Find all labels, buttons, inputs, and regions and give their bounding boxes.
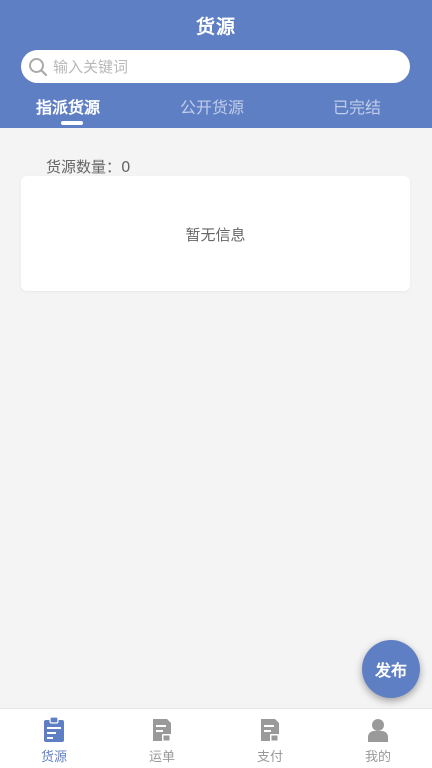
- user-icon: [368, 719, 388, 742]
- active-tab-indicator: [61, 121, 83, 125]
- nav-label-mine: 我的: [364, 750, 391, 765]
- tab-public-cargo[interactable]: 公开货源: [180, 94, 244, 118]
- search-icon: [29, 58, 48, 77]
- waybill-icon: [153, 719, 171, 742]
- page-title: 货源: [195, 16, 236, 38]
- bottom-nav: 货源 运单 支付 我的: [0, 708, 432, 768]
- nav-item-waybill[interactable]: 运单: [108, 709, 216, 768]
- nav-item-cargo[interactable]: 货源: [0, 709, 108, 768]
- tab-assigned-cargo[interactable]: 指派货源: [36, 94, 100, 118]
- tab-completed[interactable]: 已完结: [333, 94, 381, 118]
- search-input[interactable]: [53, 50, 403, 83]
- search-bar[interactable]: [21, 50, 410, 83]
- publish-button[interactable]: 发布: [362, 640, 420, 698]
- cargo-count: 货源数量：0: [46, 158, 131, 176]
- payment-icon: [261, 719, 279, 742]
- empty-state-card: 暂无信息: [21, 176, 410, 291]
- cargo-icon: [44, 717, 64, 742]
- nav-label-payment: 支付: [256, 750, 283, 765]
- nav-item-payment[interactable]: 支付: [216, 709, 324, 768]
- nav-label-cargo: 货源: [40, 750, 67, 765]
- nav-label-waybill: 运单: [148, 750, 175, 765]
- header: 货源 指派货源 公开货源 已完结: [0, 0, 432, 128]
- nav-item-mine[interactable]: 我的: [324, 709, 432, 768]
- empty-state-text: 暂无信息: [185, 226, 246, 244]
